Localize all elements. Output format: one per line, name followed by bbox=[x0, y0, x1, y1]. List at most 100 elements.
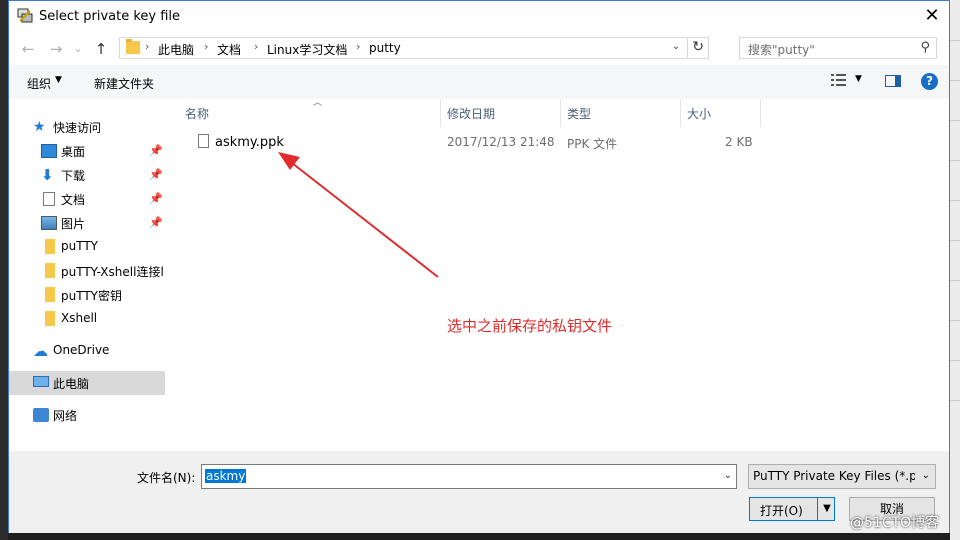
desktop-icon bbox=[41, 144, 57, 158]
search-input[interactable]: 搜索"putty" ⚲ bbox=[739, 37, 937, 59]
computer-icon bbox=[33, 376, 49, 387]
forward-arrow-icon[interactable]: → bbox=[45, 38, 67, 60]
filename-input[interactable]: askmy ⌄ bbox=[201, 464, 737, 489]
pin-icon[interactable]: 📌 bbox=[149, 192, 163, 205]
breadcrumb-this-pc[interactable]: 此电脑 bbox=[158, 41, 194, 58]
filename-label: 文件名(N): bbox=[137, 471, 196, 485]
watermark: @51CTO博客 bbox=[850, 515, 940, 531]
annotation-text: 选中之前保存的私钥文件 bbox=[447, 317, 613, 335]
nav-item-pictures[interactable]: 图片 📌 bbox=[9, 211, 165, 235]
organize-button[interactable]: 组织 bbox=[27, 75, 51, 92]
file-list: ︿ 名称 修改日期 类型 大小 askmy.ppk 2017/12/13 21:… bbox=[167, 98, 949, 451]
nav-item-putty-keys[interactable]: puTTY密钥 bbox=[9, 283, 165, 307]
crumb-separator: › bbox=[254, 40, 259, 53]
view-dropdown-icon[interactable]: ▼ bbox=[855, 74, 862, 84]
nav-item-downloads[interactable]: ⬇ 下载 📌 bbox=[9, 163, 165, 187]
folder-icon bbox=[45, 239, 55, 254]
open-button[interactable]: 打开(O) ▼ bbox=[749, 497, 835, 521]
crumb-separator: › bbox=[204, 40, 209, 53]
column-divider[interactable] bbox=[680, 99, 681, 127]
file-size: 2 KB bbox=[725, 135, 753, 149]
nav-label: puTTY密钥 bbox=[61, 289, 123, 303]
address-divider bbox=[687, 38, 688, 58]
folder-icon bbox=[45, 287, 55, 302]
breadcrumb-documents[interactable]: 文档 bbox=[217, 41, 241, 58]
column-divider[interactable] bbox=[440, 99, 441, 127]
sort-ascending-icon: ︿ bbox=[313, 98, 323, 108]
nav-item-putty[interactable]: puTTY bbox=[9, 235, 165, 259]
nav-item-desktop[interactable]: 桌面 📌 bbox=[9, 139, 165, 163]
file-dialog: Select private key file ✕ ← → ⌄ ↑ › 此电脑 … bbox=[8, 0, 950, 533]
nav-label: puTTY bbox=[61, 239, 99, 253]
address-bar[interactable]: › 此电脑 › 文档 › Linux学习文档 › putty ⌄ ↻ bbox=[119, 37, 709, 59]
back-arrow-icon[interactable]: ← bbox=[17, 38, 39, 60]
nav-quick-access[interactable]: ★ 快速访问 bbox=[9, 115, 165, 139]
nav-label: Xshell bbox=[61, 311, 98, 325]
chevron-down-icon[interactable]: ⌄ bbox=[922, 470, 930, 481]
file-type: PPK 文件 bbox=[567, 137, 618, 151]
pin-icon[interactable]: 📌 bbox=[149, 144, 163, 157]
nav-item-documents[interactable]: 文档 📌 bbox=[9, 187, 165, 211]
nav-network[interactable]: 网络 bbox=[9, 403, 165, 427]
file-modified: 2017/12/13 21:48 bbox=[447, 135, 555, 149]
nav-label: 快速访问 bbox=[53, 121, 102, 135]
refresh-icon[interactable]: ↻ bbox=[692, 39, 704, 55]
background-left bbox=[0, 0, 8, 540]
column-header-type[interactable]: 类型 bbox=[567, 105, 591, 122]
recent-dropdown-icon[interactable]: ⌄ bbox=[67, 38, 89, 60]
pin-icon[interactable]: 📌 bbox=[149, 168, 163, 181]
breadcrumb-linux-docs[interactable]: Linux学习文档 bbox=[267, 41, 347, 58]
address-dropdown-icon[interactable]: ⌄ bbox=[672, 41, 680, 52]
view-options-icon[interactable] bbox=[831, 73, 847, 87]
star-icon: ★ bbox=[33, 119, 46, 135]
nav-item-putty-xshell[interactable]: puTTY-Xshell连接l bbox=[9, 259, 165, 283]
search-icon[interactable]: ⚲ bbox=[920, 40, 930, 55]
nav-label: puTTY-Xshell连接l bbox=[61, 265, 164, 279]
preview-pane-icon[interactable] bbox=[885, 75, 901, 87]
close-button[interactable]: ✕ bbox=[915, 1, 949, 31]
window-title: Select private key file bbox=[39, 9, 181, 24]
new-folder-button[interactable]: 新建文件夹 bbox=[94, 75, 154, 92]
pin-icon[interactable]: 📌 bbox=[149, 216, 163, 229]
putty-app-icon bbox=[17, 8, 33, 23]
breadcrumb-putty[interactable]: putty bbox=[369, 41, 401, 55]
column-header-size[interactable]: 大小 bbox=[687, 105, 711, 122]
nav-this-pc[interactable]: 此电脑 bbox=[9, 371, 165, 395]
nav-label: 网络 bbox=[53, 409, 78, 423]
folder-icon bbox=[45, 311, 55, 326]
filename-dropdown-icon[interactable]: ⌄ bbox=[724, 470, 732, 481]
open-dropdown-icon[interactable]: ▼ bbox=[817, 498, 836, 520]
crumb-separator: › bbox=[356, 40, 361, 53]
folder-icon bbox=[45, 263, 55, 278]
column-divider[interactable] bbox=[760, 99, 761, 127]
file-icon bbox=[198, 134, 209, 148]
navigation-pane: ★ 快速访问 桌面 📌 ⬇ 下载 📌 文档 📌 图片 📌 puTTY puTTY… bbox=[9, 99, 167, 451]
network-icon bbox=[33, 408, 49, 422]
cloud-icon: ☁ bbox=[33, 342, 48, 360]
folder-icon bbox=[126, 39, 140, 54]
pictures-icon bbox=[41, 216, 57, 230]
up-arrow-icon[interactable]: ↑ bbox=[90, 38, 112, 60]
crumb-separator: › bbox=[145, 40, 150, 53]
download-icon: ⬇ bbox=[41, 166, 54, 184]
document-icon bbox=[43, 192, 55, 206]
address-row: ← → ⌄ ↑ › 此电脑 › 文档 › Linux学习文档 › putty ⌄… bbox=[9, 34, 949, 64]
nav-label: 此电脑 bbox=[53, 377, 90, 391]
open-label: 打开(O) bbox=[760, 504, 803, 518]
nav-onedrive[interactable]: ☁ OneDrive bbox=[9, 339, 165, 363]
nav-item-xshell[interactable]: Xshell bbox=[9, 307, 165, 331]
dialog-footer: 文件名(N): askmy ⌄ PuTTY Private Key Files … bbox=[9, 451, 949, 533]
column-header-modified[interactable]: 修改日期 bbox=[447, 105, 495, 122]
chevron-down-icon[interactable]: ▼ bbox=[55, 75, 62, 85]
help-icon[interactable]: ? bbox=[921, 73, 938, 90]
search-placeholder: 搜索"putty" bbox=[748, 43, 815, 57]
file-name[interactable]: askmy.ppk bbox=[215, 135, 284, 150]
nav-label: OneDrive bbox=[53, 343, 110, 357]
column-header-name[interactable]: 名称 bbox=[185, 105, 209, 122]
command-bar: 组织 ▼ 新建文件夹 ▼ ? bbox=[9, 65, 949, 99]
title-bar: Select private key file ✕ bbox=[9, 1, 949, 33]
filetype-value: PuTTY Private Key Files (*.pp bbox=[753, 469, 915, 483]
column-divider[interactable] bbox=[560, 99, 561, 127]
background-right bbox=[950, 0, 960, 540]
filetype-select[interactable]: PuTTY Private Key Files (*.pp ⌄ bbox=[748, 464, 936, 489]
